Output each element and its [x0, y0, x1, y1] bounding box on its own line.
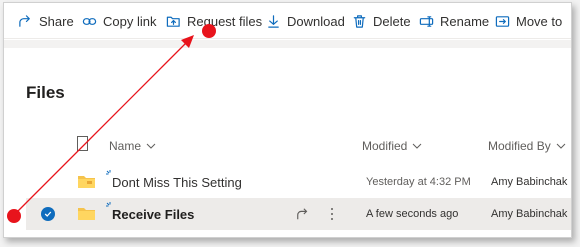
list-item-selected[interactable]: Receive Files A few seconds ago Amy Babi…	[26, 198, 571, 230]
download-icon	[268, 14, 279, 28]
copy-link-button[interactable]: Copy link	[82, 3, 156, 39]
folder-icon	[78, 208, 95, 220]
list-item[interactable]: Dont Miss This Setting Yesterday at 4:32…	[26, 166, 571, 198]
file-name-link[interactable]: Dont Miss This Setting	[112, 166, 242, 198]
delete-button[interactable]: Delete	[352, 3, 411, 39]
modified-by: Amy Babinchak	[491, 176, 568, 188]
page-title: Files	[26, 83, 65, 102]
share-icon[interactable]	[296, 207, 310, 221]
file-name-link[interactable]: Receive Files	[112, 198, 194, 230]
chevron-down-icon	[146, 143, 156, 149]
move-to-icon	[495, 15, 510, 27]
chevron-down-icon	[556, 143, 566, 149]
move-to-button[interactable]: Move to	[495, 3, 562, 39]
chevron-down-icon	[413, 143, 422, 149]
request-files-icon	[166, 16, 180, 27]
folder-icon	[78, 176, 95, 188]
share-button[interactable]: Share	[18, 3, 74, 39]
row-checkbox-checked[interactable]	[41, 207, 55, 221]
file-type-header-icon[interactable]	[77, 136, 88, 151]
file-library-window: Share Copy link Request files Download D…	[3, 2, 572, 238]
rename-icon	[419, 15, 434, 27]
request-files-button[interactable]: Request files	[166, 3, 262, 39]
column-header-modified[interactable]: Modified	[362, 139, 422, 153]
modified-date: Yesterday at 4:32 PM	[366, 176, 471, 188]
command-bar: Share Copy link Request files Download D…	[4, 3, 571, 39]
trash-icon	[353, 14, 366, 28]
modified-by: Amy Babinchak	[491, 208, 568, 220]
modified-date: A few seconds ago	[366, 208, 459, 220]
rename-button[interactable]: Rename	[419, 3, 489, 39]
more-actions-icon[interactable]	[329, 207, 335, 221]
column-header-modified-by[interactable]: Modified By	[488, 139, 566, 153]
download-button[interactable]: Download	[266, 3, 345, 39]
share-icon	[19, 14, 30, 27]
column-header-name[interactable]: Name	[109, 139, 156, 153]
link-icon	[82, 17, 97, 25]
checkmark-icon	[44, 211, 52, 217]
list-header: Name Modified Modified By	[4, 133, 571, 161]
toolbar-separator-band	[4, 40, 571, 48]
